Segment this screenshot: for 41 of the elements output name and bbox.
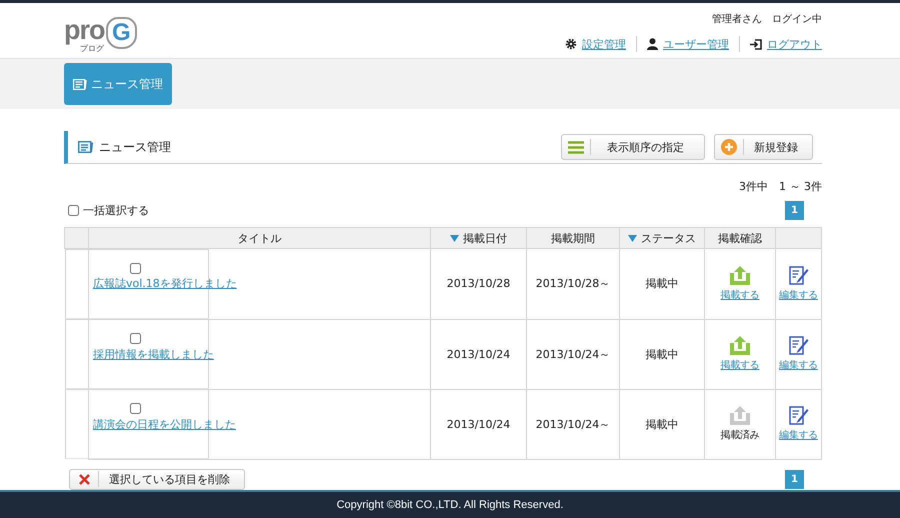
table-cell: 2013/10/24～ (526, 389, 620, 459)
column-header[interactable]: 掲載日付 (430, 228, 526, 248)
copyright-text: Copyright ©8bit CO.,LTD. All Rights Reserved. (336, 499, 564, 511)
edit-link[interactable]: 編集する (779, 358, 818, 372)
table-cell: 掲載中 (620, 319, 704, 389)
nav-tab[interactable]: ニュース管理 (64, 63, 172, 105)
table-cell: 掲載中 (620, 389, 704, 459)
logo[interactable]: pro G ブログ (64, 13, 134, 53)
edit-link[interactable]: 編集する (779, 288, 818, 302)
edit-link[interactable]: 編集する (779, 428, 818, 442)
header-link[interactable]: ユーザー管理 (663, 36, 729, 52)
order-button[interactable]: 表示順序の指定 (561, 134, 705, 160)
section-title: ニュース管理 (99, 138, 171, 156)
table-cell: 2013/10/24 (430, 319, 526, 389)
page-button[interactable]: 1 (785, 470, 804, 488)
page-button[interactable]: 1 (785, 200, 804, 220)
logo-letter: G (106, 17, 137, 49)
table-cell: 2013/10/28 (430, 248, 526, 319)
publish-link[interactable]: 掲載する (720, 288, 760, 302)
logo-subtitle: ブログ (80, 44, 104, 54)
select-all-label: 一括選択する (83, 202, 149, 218)
login-status: 管理者さん ログイン中 (712, 12, 822, 26)
table-cell: 2013/10/24～ (526, 319, 620, 389)
column-header[interactable]: ステータス (620, 228, 704, 248)
column-header: 掲載期間 (526, 228, 620, 248)
logo-text: pro (64, 15, 104, 45)
result-count: 3件中 1 ～ 3件 (739, 179, 822, 194)
news-title-link[interactable]: 講演会の日程を公開しました (93, 418, 236, 430)
table-cell: 掲載中 (620, 248, 704, 319)
published-label: 掲載済み (720, 428, 760, 442)
news-title-link[interactable]: 広報誌vol.18を発行しました (93, 277, 237, 290)
delete-button[interactable]: 選択している項目を削除 (69, 468, 245, 490)
header-link[interactable]: ログアウト (767, 36, 822, 52)
header-link[interactable]: 設定管理 (582, 36, 626, 52)
news-title-link[interactable]: 採用情報を掲載しました (93, 348, 214, 360)
publish-link[interactable]: 掲載する (720, 358, 760, 372)
table-cell: 2013/10/24 (430, 389, 526, 459)
column-header: タイトル (88, 228, 430, 248)
column-header: 掲載確認 (704, 228, 776, 248)
table-cell: 2013/10/28～ (526, 248, 620, 319)
add-button[interactable]: 新規登録 (714, 134, 813, 160)
